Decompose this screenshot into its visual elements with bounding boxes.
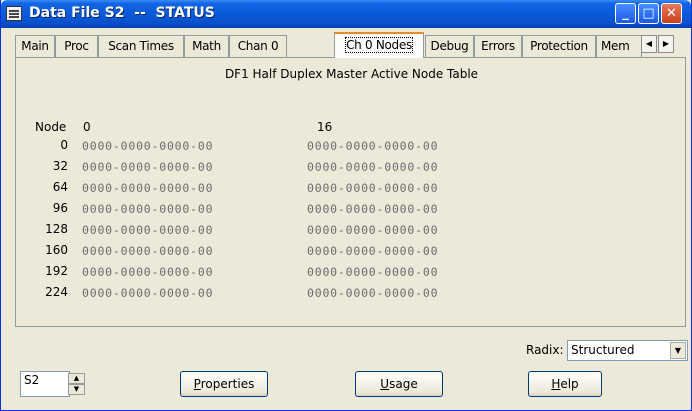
properties-accelerator: P [193,377,201,391]
tab-proc[interactable]: Proc [55,35,98,57]
spin-down-icon[interactable]: ▼ [68,384,85,395]
node-row-value: 0000-0000-0000-00 [307,286,439,300]
panel-title: DF1 Half Duplex Master Active Node Table [224,67,479,81]
tab-main[interactable]: Main [15,35,55,57]
column-header-0: 0 [83,120,91,134]
node-row-label: 128 [45,222,68,236]
node-row-label: 192 [45,264,68,278]
node-row-value: 0000-0000-0000-00 [82,160,214,174]
usage-label: sage [389,377,418,391]
window-title: Data File S2 -- STATUS [29,5,215,21]
node-row-label: 224 [45,285,68,299]
file-number-input[interactable]: S2 ▲ ▼ [20,371,85,397]
help-accelerator: H [551,377,561,391]
radix-select[interactable]: Structured ▼ [567,340,688,361]
chevron-down-icon[interactable]: ▼ [670,342,686,359]
properties-button[interactable]: Properties [180,371,268,397]
tab-label: Proc [64,39,89,53]
help-button[interactable]: Help [528,371,602,397]
tab-mem[interactable]: Mem [596,35,642,57]
node-row-value: 0000-0000-0000-00 [82,286,214,300]
tab-ch-0-nodes[interactable]: Ch 0 Nodes [334,32,424,58]
file-number-spinner[interactable]: ▲ ▼ [68,373,85,397]
node-row-value: 0000-0000-0000-00 [82,202,214,216]
tab-debug[interactable]: Debug [425,35,474,57]
node-row-value: 0000-0000-0000-00 [307,244,439,258]
node-row-value: 0000-0000-0000-00 [307,265,439,279]
tab-chan-0[interactable]: Chan 0 [229,35,287,57]
tab-label: Chan 0 [237,39,279,53]
node-row-value: 0000-0000-0000-00 [82,265,214,279]
node-row-value: 0000-0000-0000-00 [307,202,439,216]
node-row-label: 160 [45,243,68,257]
tab-label: Mem [601,39,630,53]
radix-label: Radix: [526,343,564,357]
tab-label: Scan Times [108,39,174,53]
tab-label: Math [192,39,221,53]
maximize-button[interactable]: □ [638,3,659,24]
node-row-value: 0000-0000-0000-00 [82,181,214,195]
close-button[interactable]: ✕ [661,3,682,24]
properties-label: roperties [200,377,255,391]
usage-button[interactable]: Usage [355,371,443,397]
node-row-value: 0000-0000-0000-00 [82,139,214,153]
node-row-value: 0000-0000-0000-00 [307,160,439,174]
tab-strip: Main Proc Scan Times Math Chan 0 Ch 0 No… [15,32,687,58]
tab-label: Protection [530,39,588,53]
tab-scroll-left-icon[interactable]: ◀ [641,35,657,53]
node-row-value: 0000-0000-0000-00 [307,223,439,237]
nodes-panel: DF1 Half Duplex Master Active Node Table… [15,57,686,327]
node-column-header: Node [35,120,67,134]
tab-label: Main [21,39,49,53]
tab-math[interactable]: Math [184,35,229,57]
data-file-window: Data File S2 -- STATUS _ □ ✕ Main Proc S… [0,0,692,411]
help-label: elp [560,377,579,391]
tab-scan-times[interactable]: Scan Times [98,35,184,57]
node-row-value: 0000-0000-0000-00 [307,181,439,195]
node-row-value: 0000-0000-0000-00 [82,244,214,258]
tab-label: Debug [430,39,469,53]
title-bar[interactable]: Data File S2 -- STATUS _ □ ✕ [1,0,691,28]
node-row-label: 0 [60,138,68,152]
minimize-button[interactable]: _ [615,3,636,24]
tab-scroll-right-icon[interactable]: ▶ [658,35,674,53]
node-row-label: 32 [52,159,68,173]
node-row-value: 0000-0000-0000-00 [307,139,439,153]
spin-up-icon[interactable]: ▲ [68,373,85,384]
node-row-label: 64 [52,180,68,194]
column-header-16: 16 [317,120,333,134]
radix-selected-value: Structured [571,343,635,357]
tab-errors[interactable]: Errors [474,35,522,57]
data-file-icon [6,6,22,21]
node-row-label: 96 [52,201,68,215]
tab-label: Ch 0 Nodes [345,37,413,53]
file-number-value: S2 [24,373,40,387]
node-row-value: 0000-0000-0000-00 [82,223,214,237]
usage-accelerator: U [380,377,390,391]
tab-protection[interactable]: Protection [522,35,596,57]
tab-label: Errors [481,39,515,53]
